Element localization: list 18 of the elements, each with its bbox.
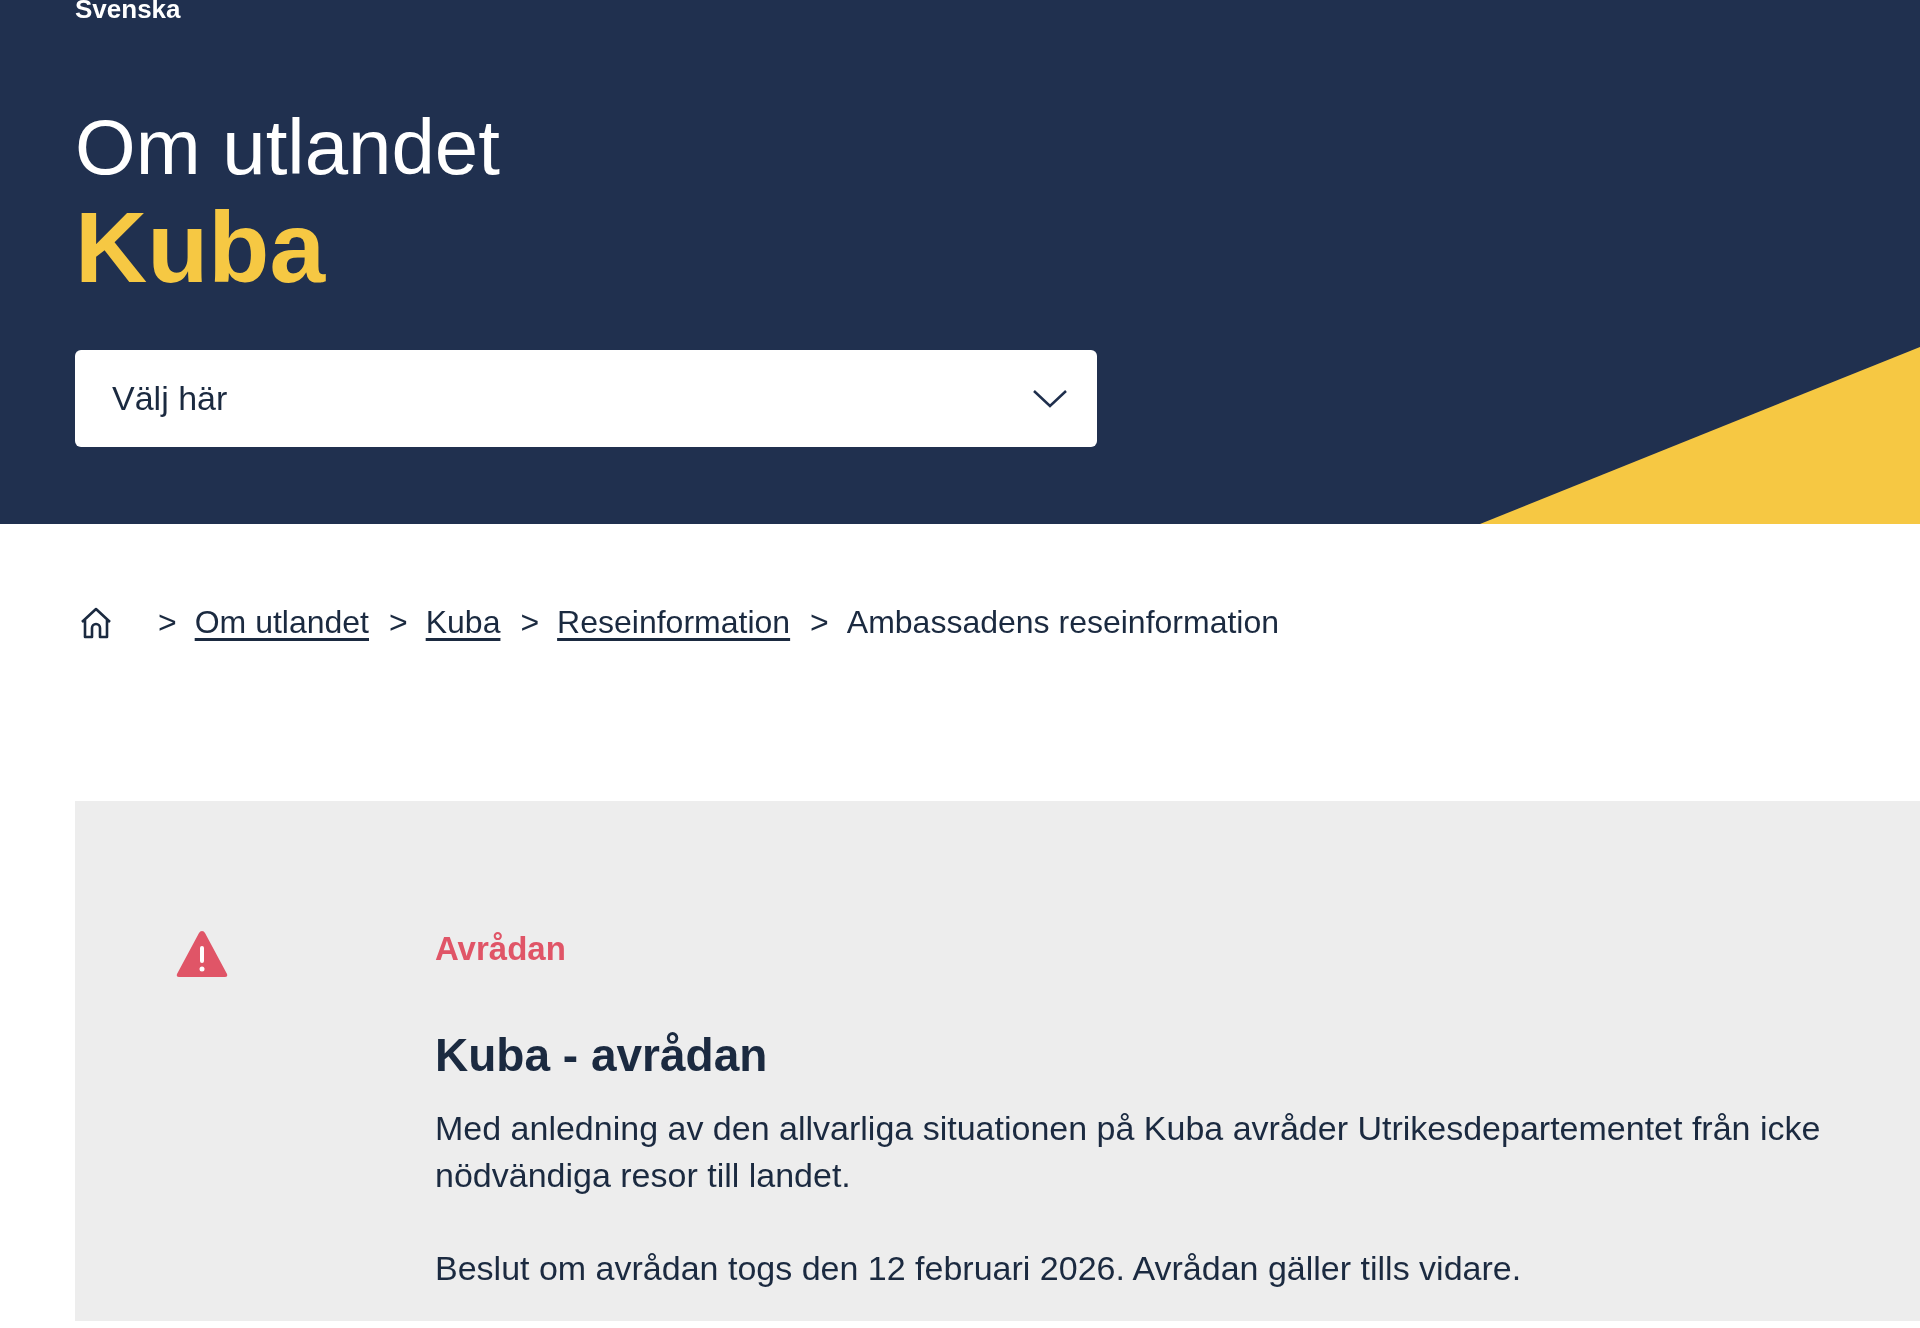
breadcrumb-separator: > xyxy=(158,604,177,641)
breadcrumb-link[interactable]: Reseinformation xyxy=(557,604,791,641)
notice-paragraph: Med anledning av den allvarliga situationen på Kuba avråder Utrikesdepartementet från icke nödvändiga resor till landet. xyxy=(435,1108,1822,1196)
breadcrumb-link[interactable]: Kuba xyxy=(425,604,501,641)
breadcrumb-current: Ambassadens reseinformation xyxy=(846,604,1279,641)
breadcrumb-separator: > xyxy=(389,604,408,641)
breadcrumb-separator: > xyxy=(520,604,540,641)
notice-heading: Kuba - avrådan xyxy=(435,1028,769,1083)
language-link[interactable]: Svenska xyxy=(75,0,181,22)
page-title: Om utlandet xyxy=(75,102,500,192)
country-select[interactable]: Välj här xyxy=(75,350,1097,447)
breadcrumb-link[interactable]: Om utlandet xyxy=(194,604,369,641)
country-name: Kuba xyxy=(75,192,325,302)
warning-icon xyxy=(175,929,229,979)
breadcrumb-separator: > xyxy=(810,604,829,641)
caret-icon xyxy=(1033,389,1067,408)
notice-paragraph: Beslut om avrådan togs den 12 februari 2026. Avrådan gäller tills vidare. xyxy=(435,1248,1523,1289)
notice-label: Avrådan xyxy=(435,929,567,969)
